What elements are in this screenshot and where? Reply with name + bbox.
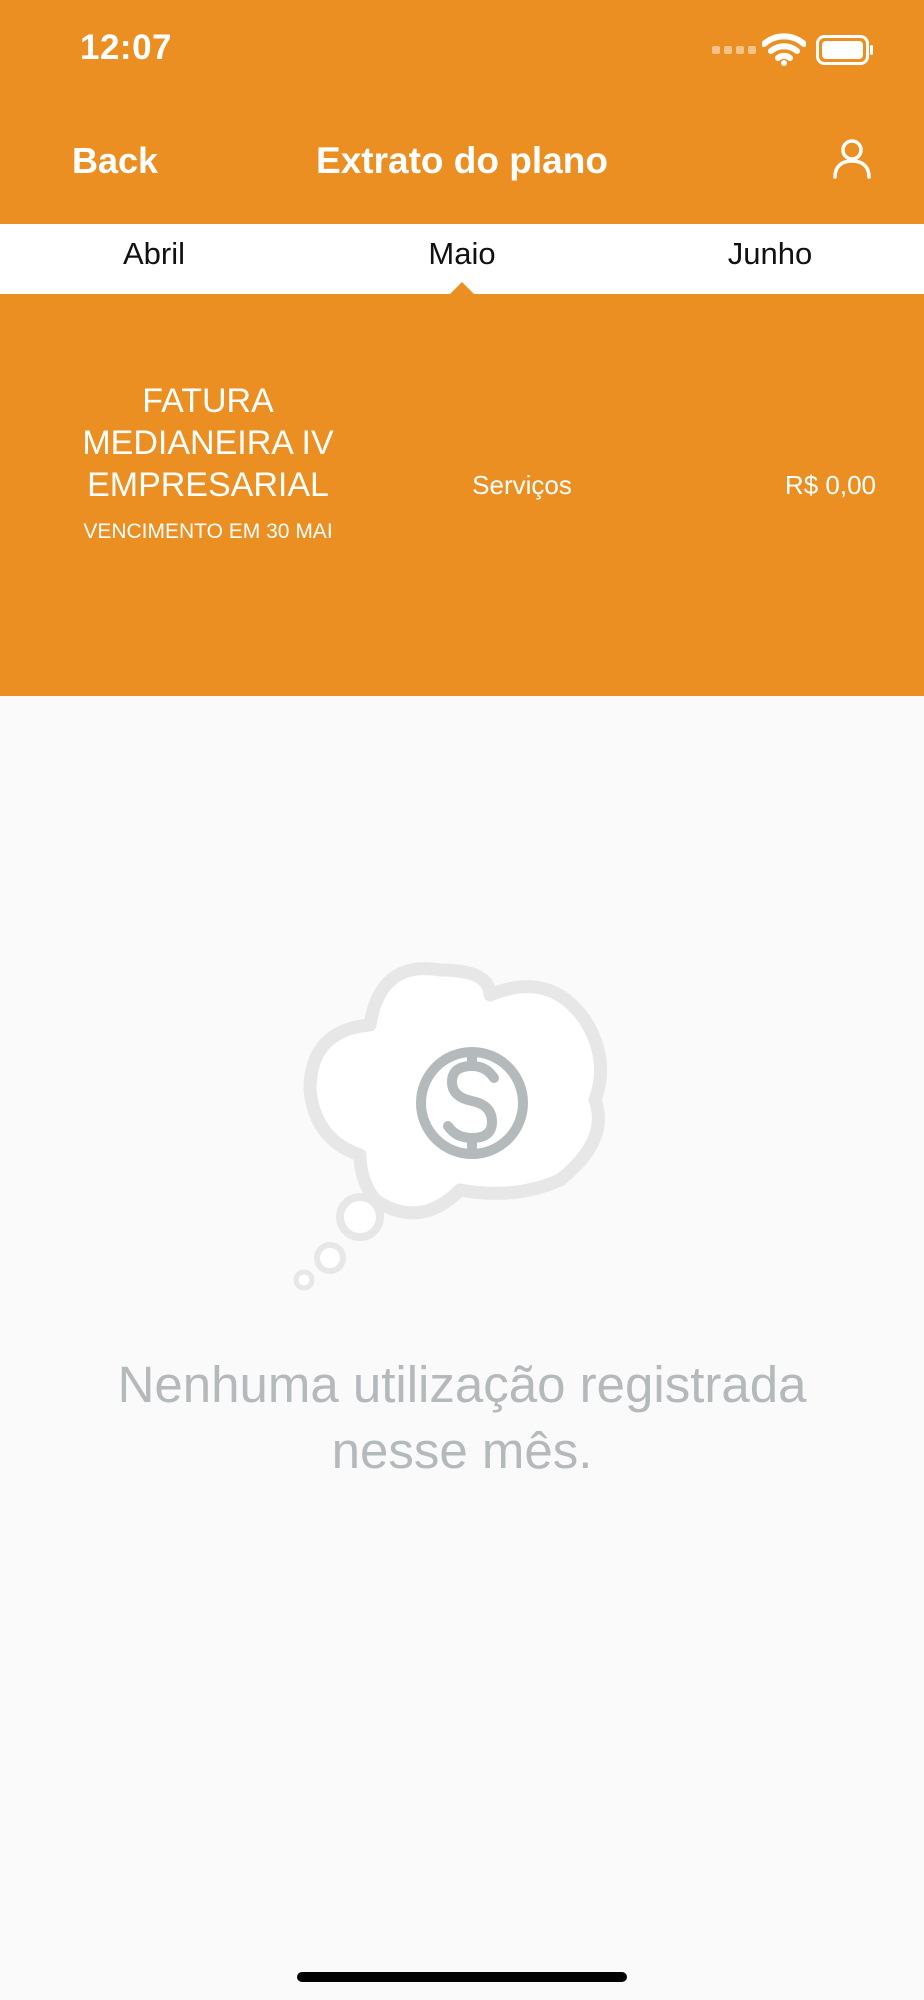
invoice-name: FATURA MEDIANEIRA IV EMPRESARIAL <box>82 382 334 504</box>
invoice-category: Serviços <box>472 470 572 500</box>
dollar-cloud-icon <box>293 962 608 1291</box>
empty-state-message: Nenhuma utilização registrada nesse mês. <box>117 1356 807 1479</box>
battery-icon <box>816 35 873 65</box>
wifi-icon <box>762 33 806 66</box>
signal-icon <box>712 46 756 54</box>
tab-junho[interactable]: Junho <box>616 236 924 272</box>
home-indicator[interactable] <box>297 1972 627 1982</box>
tab-maio[interactable]: Maio <box>308 236 616 272</box>
status-bar: 12:07 <box>0 0 924 100</box>
invoice-due-date: VENCIMENTO EM 30 MAI <box>83 520 333 543</box>
tab-abril[interactable]: Abril <box>0 236 308 272</box>
nav-bar: Back Extrato do plano <box>0 100 924 224</box>
page-title: Extrato do plano <box>316 140 608 181</box>
invoice-card[interactable]: FATURA MEDIANEIRA IV EMPRESARIAL VENCIME… <box>0 294 924 696</box>
user-icon[interactable] <box>830 136 874 180</box>
invoice-value: R$ 0,00 <box>784 470 876 500</box>
status-time: 12:07 <box>80 28 173 67</box>
